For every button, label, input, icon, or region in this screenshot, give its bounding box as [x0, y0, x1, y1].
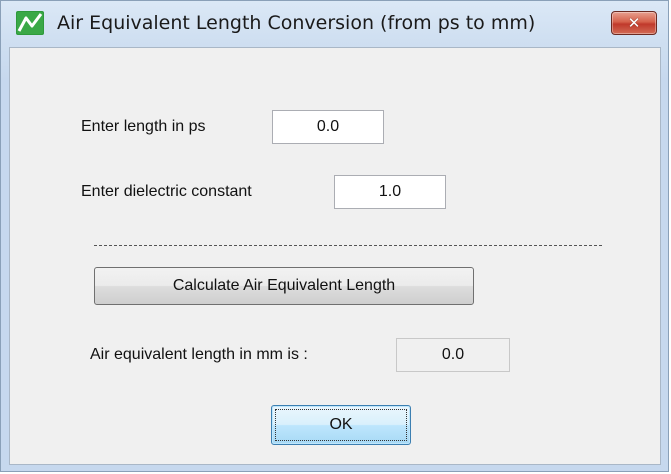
window-title: Air Equivalent Length Conversion (from p… — [57, 12, 536, 34]
result-label: Air equivalent length in mm is : — [90, 346, 308, 363]
divider — [94, 245, 602, 246]
title-bar[interactable]: Air Equivalent Length Conversion (from p… — [1, 1, 668, 47]
length-input[interactable]: 0.0 — [272, 110, 384, 144]
calculate-button-label: Calculate Air Equivalent Length — [172, 277, 396, 294]
close-button[interactable]: ✕ — [611, 11, 657, 35]
dialog-window: Air Equivalent Length Conversion (from p… — [0, 0, 669, 472]
dielectric-input[interactable]: 1.0 — [334, 175, 446, 209]
calculate-button[interactable]: Calculate Air Equivalent Length — [94, 267, 474, 305]
ok-button[interactable]: OK — [271, 405, 411, 445]
dielectric-label: Enter dielectric constant — [81, 183, 252, 200]
length-label: Enter length in ps — [81, 118, 206, 135]
dialog-body: Enter length in ps 0.0 Enter dielectric … — [9, 47, 661, 465]
waveform-icon — [16, 11, 44, 35]
result-output: 0.0 — [396, 338, 510, 372]
close-icon: ✕ — [627, 14, 641, 32]
focus-ring — [275, 409, 407, 441]
